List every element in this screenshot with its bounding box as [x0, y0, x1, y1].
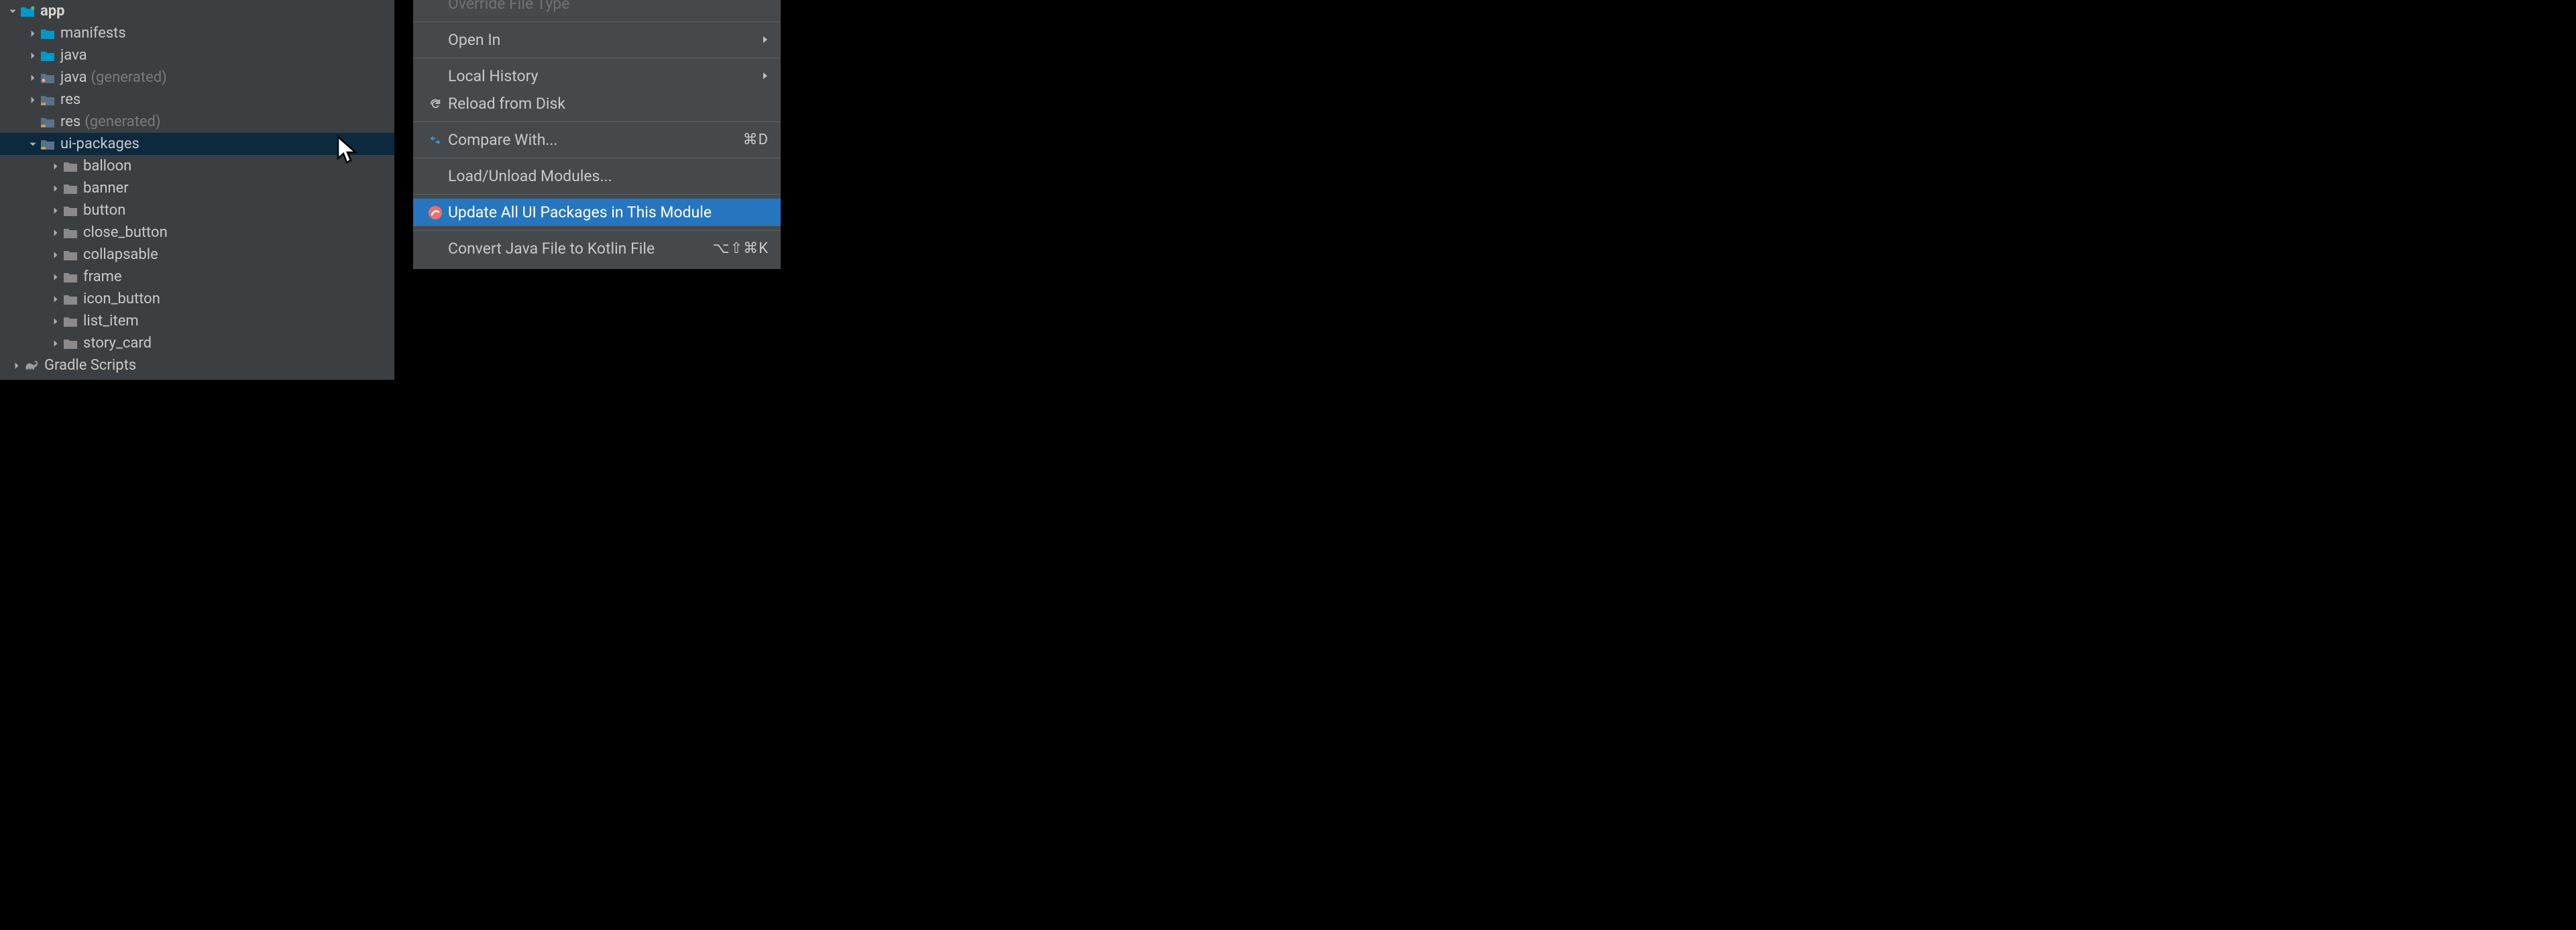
tree-label: collapsable — [83, 246, 158, 263]
tree-label: list_item — [83, 313, 139, 329]
menu-label: Compare With... — [448, 131, 743, 149]
tree-label: close_button — [83, 224, 168, 241]
project-tree-panel: app manifests java jav — [0, 0, 394, 380]
menu-label: Update All UI Packages in This Module — [448, 203, 769, 221]
chevron-right-icon[interactable] — [48, 181, 63, 196]
tree-item-icon-button[interactable]: icon_button — [0, 288, 394, 310]
tree-label: frame — [83, 268, 122, 285]
chevron-right-icon[interactable] — [48, 248, 63, 262]
tree-label: ui-packages — [60, 136, 139, 152]
resource-folder-icon — [40, 93, 55, 107]
tree-label: java — [60, 47, 87, 64]
menu-label: Reload from Disk — [448, 95, 769, 113]
tree-label: story_card — [83, 335, 152, 352]
tree-label: banner — [83, 180, 129, 197]
tree-label: res — [60, 113, 80, 130]
tree-label: button — [83, 202, 125, 219]
chevron-right-icon[interactable] — [25, 26, 40, 41]
resource-folder-icon — [40, 137, 55, 152]
tree-hint: (generated) — [91, 69, 167, 86]
chevron-right-icon[interactable] — [25, 48, 40, 63]
menu-label: Open In — [448, 31, 762, 49]
chevron-right-icon[interactable] — [48, 225, 63, 240]
menu-separator — [413, 21, 781, 22]
menu-item-update-ui-packages[interactable]: Update All UI Packages in This Module — [413, 199, 781, 226]
chevron-right-icon[interactable] — [25, 93, 40, 107]
tree-item-close-button[interactable]: close_button — [0, 221, 394, 244]
folder-icon — [63, 336, 78, 351]
folder-icon — [40, 48, 55, 63]
submenu-arrow-icon — [762, 32, 769, 48]
tree-item-collapsable[interactable]: collapsable — [0, 244, 394, 266]
menu-separator — [413, 230, 781, 231]
tree-item-res[interactable]: res — [0, 89, 394, 111]
tree-item-balloon[interactable]: balloon — [0, 155, 394, 177]
chevron-down-icon[interactable] — [5, 4, 20, 19]
tree-item-app[interactable]: app — [0, 0, 394, 22]
menu-item-open-in[interactable]: Open In — [413, 26, 781, 54]
tree-item-ui-packages[interactable]: ui-packages — [0, 133, 394, 155]
context-menu: Override File Type Open In Local History… — [413, 0, 781, 269]
menu-label: Local History — [448, 67, 762, 85]
tree-item-banner[interactable]: banner — [0, 177, 394, 199]
menu-label: Override File Type — [448, 0, 769, 13]
chevron-down-icon[interactable] — [25, 137, 40, 152]
relay-icon — [423, 205, 448, 220]
chevron-right-icon[interactable] — [48, 159, 63, 174]
menu-item-compare-with[interactable]: Compare With... ⌘D — [413, 126, 781, 154]
chevron-right-icon[interactable] — [48, 292, 63, 307]
submenu-arrow-icon — [762, 68, 769, 85]
tree-item-list-item[interactable]: list_item — [0, 310, 394, 332]
folder-icon — [63, 314, 78, 329]
folder-icon — [63, 159, 78, 174]
resource-folder-icon — [40, 115, 55, 130]
tree-item-java[interactable]: java — [0, 44, 394, 66]
folder-icon — [63, 248, 78, 262]
chevron-right-icon[interactable] — [9, 358, 24, 373]
folder-icon — [63, 181, 78, 196]
menu-shortcut: ⌥⇧⌘K — [712, 240, 769, 257]
module-folder-icon — [20, 4, 35, 19]
tree-label: app — [40, 3, 65, 19]
menu-shortcut: ⌘D — [743, 132, 769, 148]
folder-icon — [40, 26, 55, 41]
chevron-right-icon[interactable] — [48, 336, 63, 351]
chevron-right-icon[interactable] — [48, 203, 63, 218]
tree-item-manifests[interactable]: manifests — [0, 22, 394, 44]
menu-separator — [413, 121, 781, 122]
tree-label: res — [60, 91, 80, 108]
menu-item-local-history[interactable]: Local History — [413, 62, 781, 90]
tree-label: Gradle Scripts — [44, 357, 136, 374]
menu-label: Load/Unload Modules... — [448, 167, 769, 185]
tree-item-res-generated[interactable]: res (generated) — [0, 111, 394, 133]
tree-hint: (generated) — [85, 113, 160, 130]
folder-icon — [63, 270, 78, 285]
tree-label: icon_button — [83, 291, 160, 307]
compare-icon — [423, 134, 448, 146]
folder-icon — [63, 225, 78, 240]
menu-label: Convert Java File to Kotlin File — [448, 240, 712, 258]
folder-icon — [63, 292, 78, 307]
chevron-right-icon[interactable] — [25, 70, 40, 85]
tree-item-frame[interactable]: frame — [0, 266, 394, 288]
generated-folder-icon — [40, 70, 55, 85]
folder-icon — [63, 203, 78, 218]
menu-item-convert-to-kotlin[interactable]: Convert Java File to Kotlin File ⌥⇧⌘K — [413, 235, 781, 262]
tree-label: manifests — [60, 25, 126, 42]
reload-icon — [423, 98, 448, 110]
menu-item-reload-from-disk[interactable]: Reload from Disk — [413, 90, 781, 117]
menu-item-override-file-type[interactable]: Override File Type — [413, 0, 781, 17]
tree-label: java — [60, 69, 87, 86]
chevron-right-icon[interactable] — [48, 270, 63, 285]
tree-item-button[interactable]: button — [0, 199, 394, 221]
tree-item-story-card[interactable]: story_card — [0, 332, 394, 354]
menu-item-load-unload-modules[interactable]: Load/Unload Modules... — [413, 162, 781, 190]
chevron-right-icon[interactable] — [48, 314, 63, 329]
tree-item-gradle-scripts[interactable]: Gradle Scripts — [0, 354, 394, 376]
gradle-icon — [24, 358, 39, 373]
tree-label: balloon — [83, 158, 131, 174]
menu-separator — [413, 194, 781, 195]
tree-item-java-generated[interactable]: java (generated) — [0, 66, 394, 89]
